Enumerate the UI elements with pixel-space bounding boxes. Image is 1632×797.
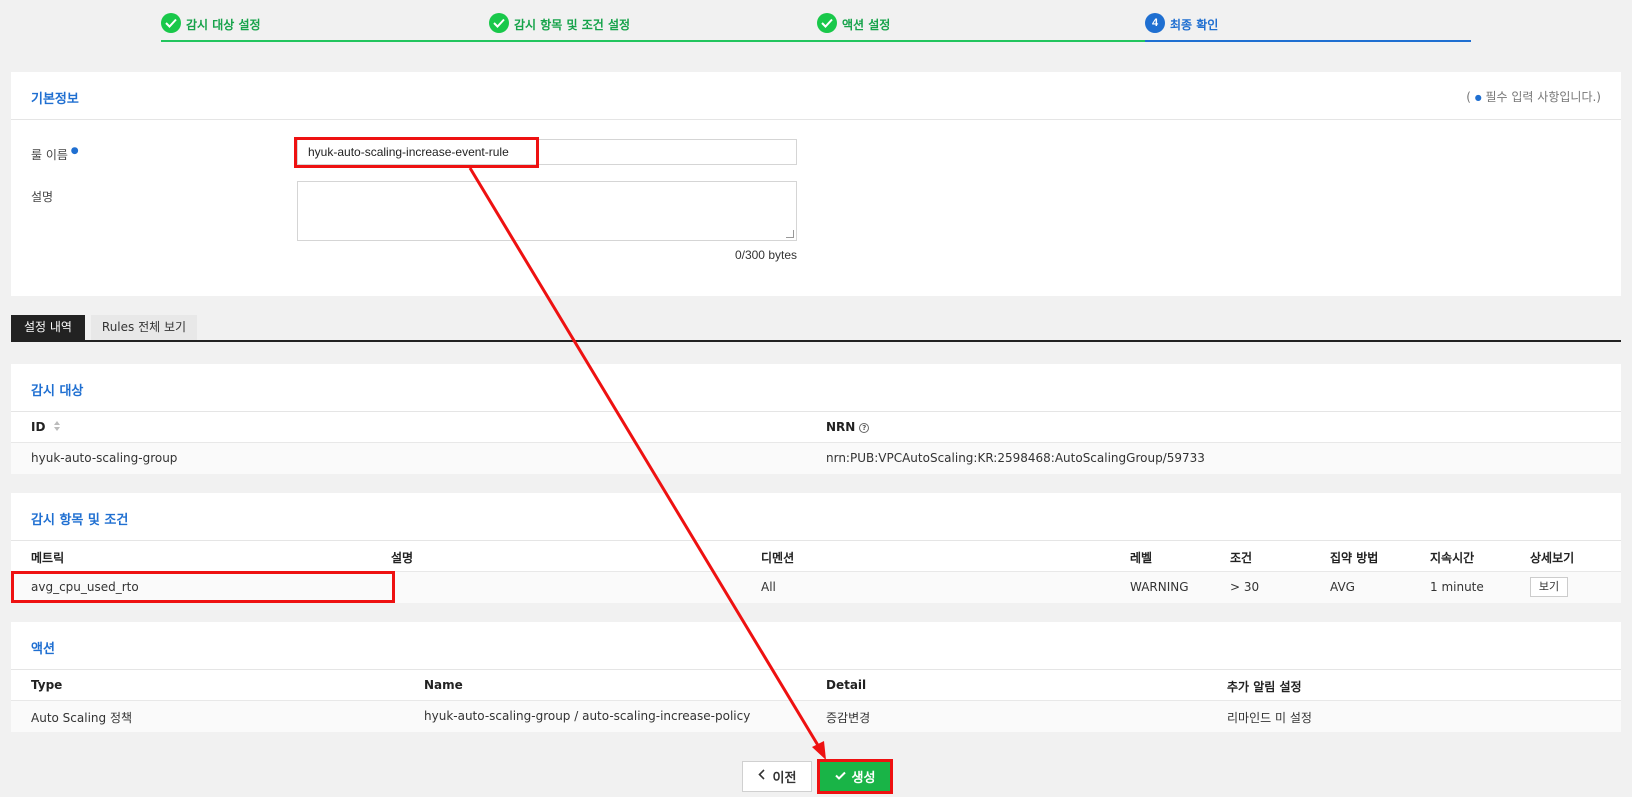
column-header-metric: 메트릭 xyxy=(31,551,65,565)
column-header-aggregation: 집약 방법 xyxy=(1330,551,1379,565)
step-1: 감시 대상 설정 xyxy=(161,0,489,44)
chevron-left-icon xyxy=(757,769,765,784)
check-icon xyxy=(161,13,181,33)
action-name-cell: hyuk-auto-scaling-group / auto-scaling-i… xyxy=(424,709,751,723)
aggregation-cell: AVG xyxy=(1330,580,1355,594)
annotation-box-metric xyxy=(11,571,395,603)
help-circle-icon[interactable]: ? xyxy=(859,422,870,433)
duration-cell: 1 minute xyxy=(1430,580,1484,594)
step-4: 4 최종 확인 xyxy=(1145,0,1471,44)
column-header-level: 레벨 xyxy=(1130,551,1153,565)
required-dot-icon: ● xyxy=(1474,93,1482,102)
target-section: 감시 대상 ID NRN? hyuk-auto-scaling-group nr… xyxy=(11,364,1621,474)
column-header-type: Type xyxy=(31,678,63,692)
target-nrn-cell: nrn:PUB:VPCAutoScaling:KR:2598468:AutoSc… xyxy=(826,451,1205,465)
check-icon xyxy=(489,13,509,33)
step-1-label: 감시 대상 설정 xyxy=(186,18,261,32)
action-section-title: 액션 xyxy=(31,642,55,657)
column-header-name: Name xyxy=(424,678,463,692)
dimension-cell: All xyxy=(761,580,776,594)
step-number: 4 xyxy=(1145,13,1165,33)
column-header-id[interactable]: ID xyxy=(31,420,61,435)
column-header-dimension: 디멘션 xyxy=(761,551,795,565)
column-header-duration: 지속시간 xyxy=(1430,551,1475,565)
check-icon xyxy=(817,13,837,33)
condition-cell: > 30 xyxy=(1230,580,1260,594)
column-header-notification: 추가 알림 설정 xyxy=(1227,680,1302,694)
notification-cell: 리마인드 미 설정 xyxy=(1227,711,1312,725)
prev-button-label: 이전 xyxy=(772,771,797,786)
basic-info-panel: 기본정보 ( ● 필수 입력 사항입니다.) 룰 이름 ● hyuk-auto-… xyxy=(11,72,1621,296)
target-id-cell: hyuk-auto-scaling-group xyxy=(31,451,178,465)
step-3: 액션 설정 xyxy=(817,0,1145,44)
progress-stepper: 감시 대상 설정 감시 항목 및 조건 설정 액션 설정 4 최종 확인 xyxy=(161,0,1471,44)
sort-icon[interactable] xyxy=(53,420,61,435)
basic-info-title: 기본정보 xyxy=(31,92,79,107)
column-header-detail: Detail xyxy=(826,678,867,692)
step-2-label: 감시 항목 및 조건 설정 xyxy=(514,18,631,32)
annotation-box-rule-name xyxy=(294,137,539,168)
column-header-nrn: NRN? xyxy=(826,420,870,434)
metric-section-title: 감시 항목 및 조건 xyxy=(31,513,129,528)
required-note: ( ● 필수 입력 사항입니다.) xyxy=(1466,90,1601,104)
table-row xyxy=(11,442,1621,474)
tab-settings-summary[interactable]: 설정 내역 xyxy=(11,315,85,340)
tab-all-rules[interactable]: Rules 전체 보기 xyxy=(91,315,197,340)
table-row xyxy=(11,700,1621,732)
step-2: 감시 항목 및 조건 설정 xyxy=(489,0,817,44)
target-section-title: 감시 대상 xyxy=(31,384,84,399)
column-header-detail: 상세보기 xyxy=(1530,551,1575,565)
description-label: 설명 xyxy=(31,190,54,204)
view-detail-button[interactable]: 보기 xyxy=(1530,577,1568,597)
resize-grip-icon[interactable] xyxy=(786,230,794,238)
level-cell: WARNING xyxy=(1130,580,1189,594)
description-textarea[interactable] xyxy=(297,181,797,241)
step-4-label: 최종 확인 xyxy=(1170,18,1219,32)
action-detail-cell: 증감변경 xyxy=(826,711,871,725)
column-header-description: 설명 xyxy=(391,551,414,565)
action-type-cell: Auto Scaling 정책 xyxy=(31,711,133,725)
prev-button[interactable]: 이전 xyxy=(742,761,812,792)
annotation-box-create xyxy=(817,759,893,794)
tab-bar: 설정 내역 Rules 전체 보기 xyxy=(11,315,1621,342)
column-header-condition: 조건 xyxy=(1230,551,1253,565)
required-dot-icon: ● xyxy=(67,146,79,156)
byte-counter: 0/300 bytes xyxy=(734,248,797,262)
step-3-label: 액션 설정 xyxy=(842,18,891,32)
action-section: 액션 Type Name Detail 추가 알림 설정 Auto Scalin… xyxy=(11,622,1621,732)
rule-name-label: 룰 이름 ● xyxy=(31,146,79,162)
